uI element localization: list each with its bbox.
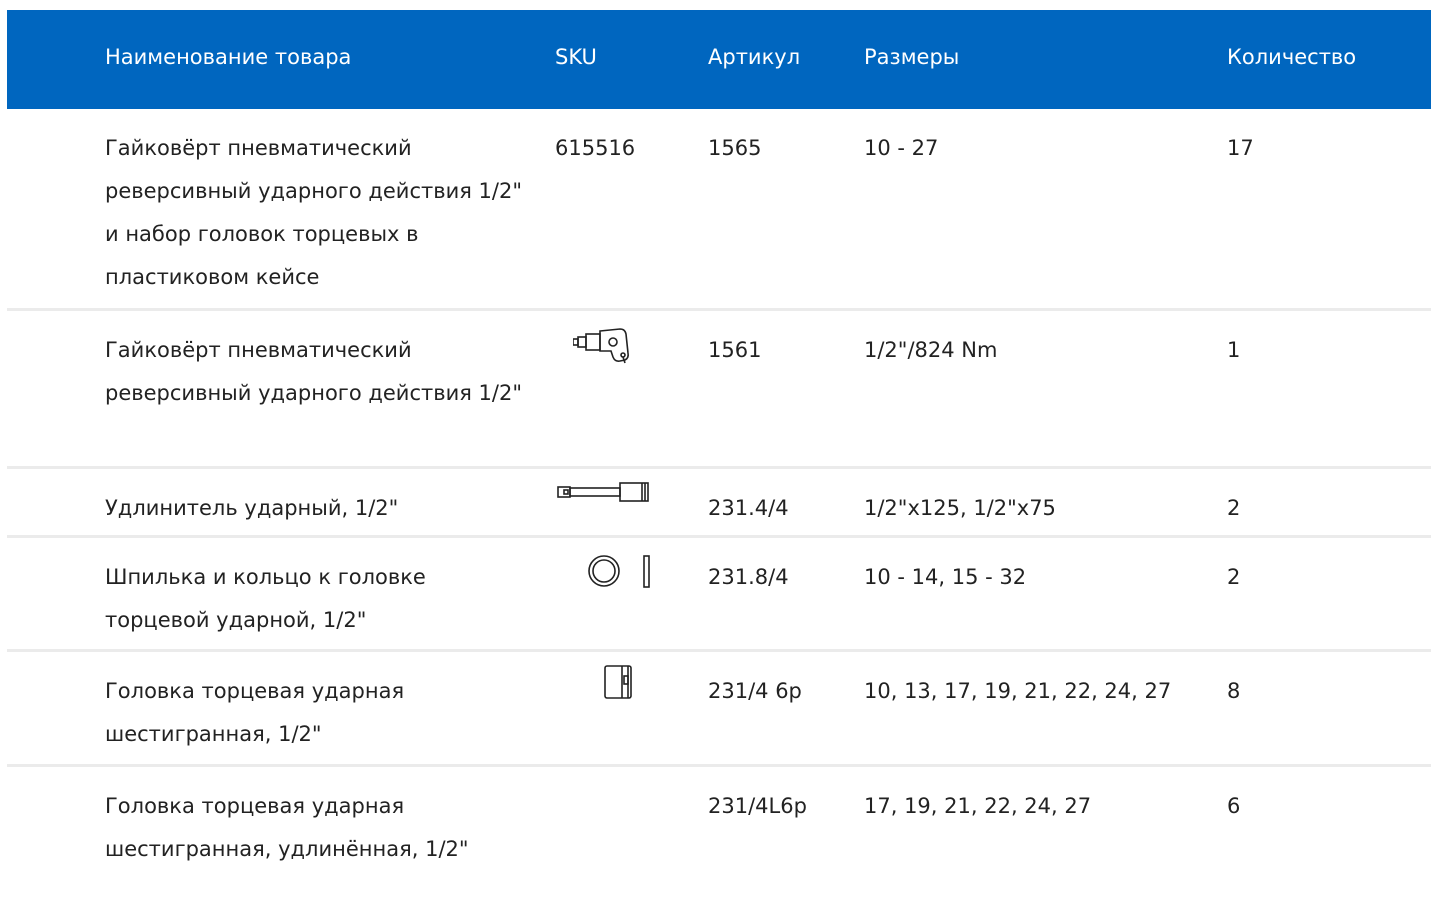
table-row: Удлинитель ударный, 1/2" 231.4/4 1/2"x12…: [7, 469, 1431, 538]
row-sizes: 1/2"/824 Nm: [864, 338, 998, 362]
row-sku: 615516: [555, 136, 636, 160]
row-name: Гайковёрт пневматический реверсивный уда…: [105, 136, 523, 289]
header-sku: SKU: [555, 45, 597, 69]
row-quantity: 2: [1227, 565, 1241, 589]
table-row: Шпилька и кольцо к головке торцевой удар…: [7, 538, 1431, 652]
header-name: Наименование товара: [105, 45, 352, 69]
row-name: Удлинитель ударный, 1/2": [105, 496, 399, 520]
header-article: Артикул: [708, 45, 801, 69]
row-name: Головка торцевая ударная шестигранная, у…: [105, 794, 469, 861]
row-sizes: 17, 19, 21, 22, 24, 27: [864, 794, 1092, 818]
table-header: Наименование товара SKU Артикул Размеры …: [7, 10, 1431, 109]
impact-socket-icon: [603, 664, 635, 700]
pin-ring-icon: [587, 554, 657, 590]
row-article: 1561: [708, 338, 762, 362]
table-row: Головка торцевая ударная шестигранная, 1…: [7, 652, 1431, 767]
row-quantity: 2: [1227, 496, 1241, 520]
extension-bar-icon: [557, 481, 655, 505]
row-quantity: 8: [1227, 679, 1241, 703]
row-article: 231/4 6р: [708, 679, 802, 703]
row-sizes: 1/2"x125, 1/2"x75: [864, 496, 1056, 520]
impact-wrench-icon: [573, 325, 653, 367]
header-sizes: Размеры: [864, 45, 960, 69]
row-quantity: 6: [1227, 794, 1241, 818]
header-quantity: Количество: [1227, 45, 1357, 69]
row-sizes: 10, 13, 17, 19, 21, 22, 24, 27: [864, 679, 1172, 703]
row-quantity: 17: [1227, 136, 1254, 160]
row-sizes: 10 - 27: [864, 136, 939, 160]
table-row: Гайковёрт пневматический реверсивный уда…: [7, 109, 1431, 311]
table-row: Головка торцевая ударная шестигранная, у…: [7, 767, 1431, 917]
row-article: 231/4L6р: [708, 794, 807, 818]
row-article: 231.4/4: [708, 496, 789, 520]
row-sizes: 10 - 14, 15 - 32: [864, 565, 1027, 589]
row-article: 231.8/4: [708, 565, 789, 589]
row-name: Гайковёрт пневматический реверсивный уда…: [105, 338, 523, 405]
table-row: Гайковёрт пневматический реверсивный уда…: [7, 311, 1431, 469]
row-name: Головка торцевая ударная шестигранная, 1…: [105, 679, 405, 746]
row-name: Шпилька и кольцо к головке торцевой удар…: [105, 565, 426, 632]
product-table: Наименование товара SKU Артикул Размеры …: [7, 10, 1431, 917]
row-article: 1565: [708, 136, 762, 160]
row-quantity: 1: [1227, 338, 1241, 362]
